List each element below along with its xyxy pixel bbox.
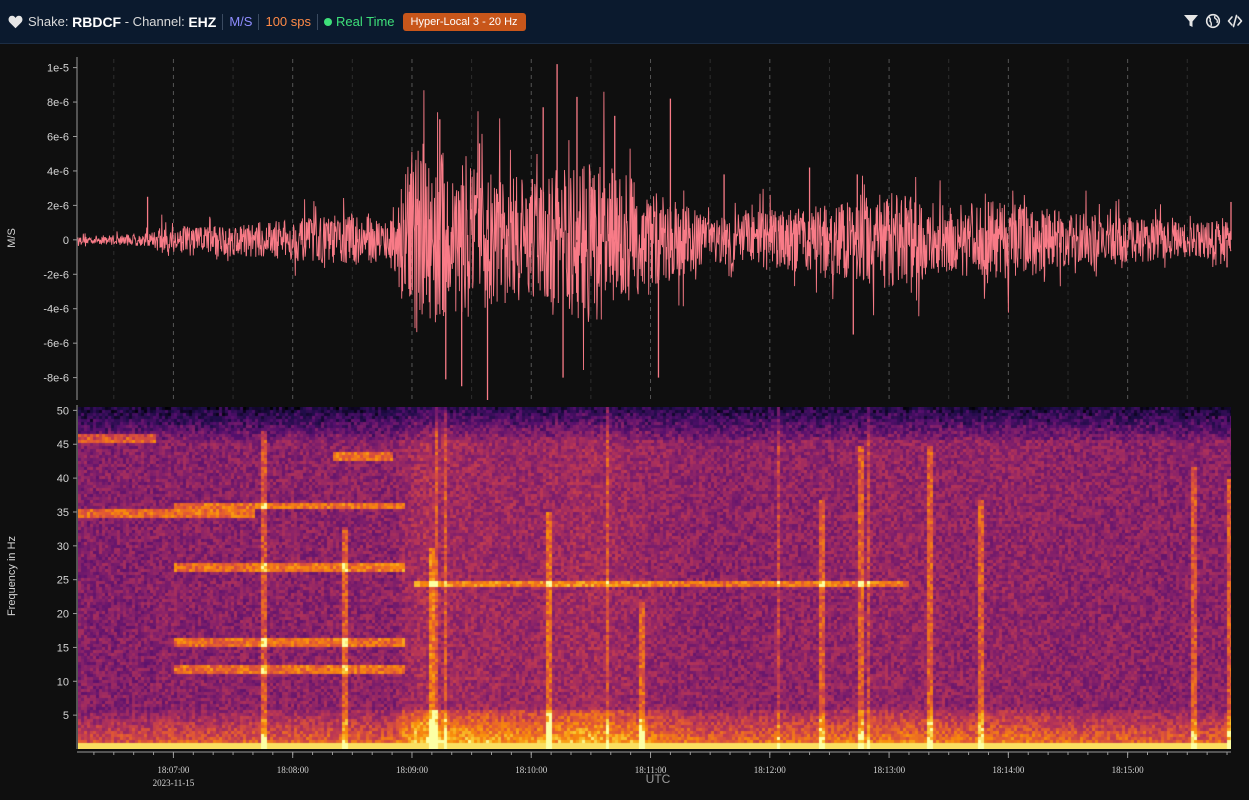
divider [222,13,224,30]
xtick-label: 18:08:00 [277,765,310,775]
waveform-y-axis: 1e-5 8e-6 6e-6 4e-6 2e-6 0 -2e-6 -4e-6 -6e-6 -8e-… [43,57,78,400]
spectrogram-ylabel: Frequency in Hz [6,536,18,616]
ytick-label: -4e-6 [43,304,69,316]
ytick-label: -8e-6 [43,373,69,385]
ytick-label: 0 [63,235,69,247]
ytick-label: 1e-5 [47,63,69,75]
units-toggle[interactable]: M/S [229,14,252,29]
waveform-trace [77,64,1232,400]
xtick-label: 18:14:00 [992,765,1025,775]
waveform-line [77,90,1232,371]
seismogram-plot[interactable]: 1e-5 8e-6 6e-6 4e-6 2e-6 0 -2e-6 -4e-6 -6e-6 -8e-… [0,45,1249,800]
divider [258,13,260,30]
code-icon[interactable] [1227,13,1243,29]
spectrogram-heatmap [78,407,1231,749]
ytick-label: 4e-6 [47,166,69,178]
realtime-status[interactable]: Real Time [324,14,395,29]
ytick-label: 5 [63,710,69,722]
ytick-label: 20 [57,609,69,621]
toolbar-icons [1183,13,1243,29]
heart-icon[interactable] [8,15,23,29]
xtick-label: 18:15:00 [1112,765,1145,775]
ytick-label: -2e-6 [43,269,69,281]
xtick-label: 18:12:00 [754,765,787,775]
ytick-label: 40 [57,473,69,485]
ytick-label: 6e-6 [47,132,69,144]
xtick-label: 18:07:00 [157,765,190,775]
ytick-label: -6e-6 [43,338,69,350]
ytick-label: 45 [57,439,69,451]
ytick-label: 50 [57,405,69,417]
live-dot-icon [324,18,333,26]
spectrogram-y-axis: 50 45 40 35 30 25 20 15 10 5 [57,405,78,749]
channel-code: EHZ [188,13,217,30]
ytick-label: 30 [57,541,69,553]
ytick-label: 25 [57,575,69,587]
utc-label: UTC [646,772,671,786]
ytick-label: 15 [57,642,69,654]
ytick-label: 8e-6 [47,97,69,109]
waveform-ylabel: M/S [6,228,18,248]
sample-rate: 100 sps [265,14,312,29]
station-info: Shake: RBDCF - Channel: EHZ M/S 100 sps … [0,0,526,44]
ytick-label: 10 [57,676,69,688]
date-label: 2023-11-15 [153,778,195,788]
xtick-label: 18:13:00 [873,765,906,775]
divider [317,13,319,30]
ytick-label: 35 [57,507,69,519]
globe-icon[interactable] [1205,13,1221,29]
spectrogram-image [78,407,1231,749]
shake-label: Shake: [28,14,69,29]
ytick-label: 2e-6 [47,200,69,212]
top-bar: Shake: RBDCF - Channel: EHZ M/S 100 sps … [0,0,1249,44]
realtime-label: Real Time [336,14,395,29]
xtick-label: 18:09:00 [396,765,429,775]
filter-icon[interactable] [1183,13,1199,29]
xtick-label: 18:10:00 [515,765,548,775]
filter-badge[interactable]: Hyper-Local 3 - 20 Hz [402,12,526,31]
station-code: RBDCF [72,13,122,30]
channel-label: - Channel: [124,14,185,29]
